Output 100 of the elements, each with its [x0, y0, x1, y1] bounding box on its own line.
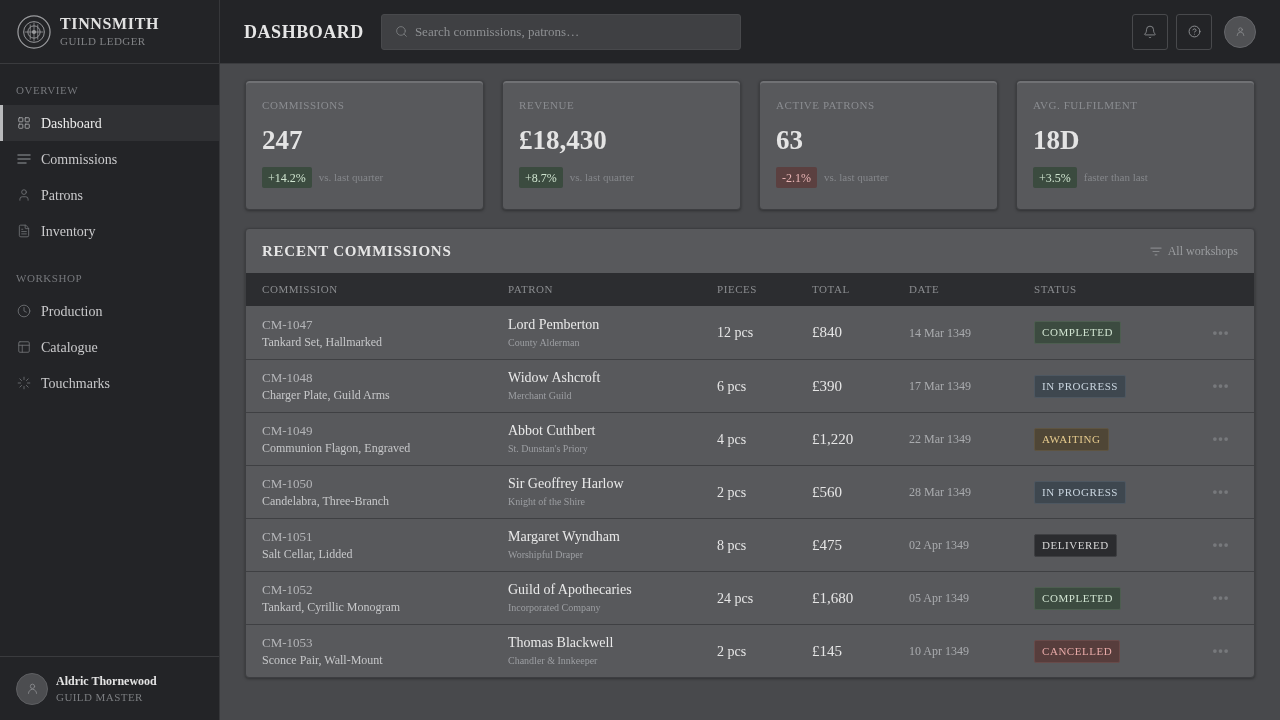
change-badge: +3.5%: [1033, 167, 1077, 188]
total-cell-text: £1,680: [812, 588, 855, 608]
pieces-cell-text: 12 pcs: [717, 324, 755, 342]
ellipsis-icon: [1212, 596, 1228, 600]
stat-value: 247: [262, 124, 304, 156]
patron-note: Worshipful Draper: [508, 550, 584, 560]
date-cell-text: 10 Apr 1349: [909, 643, 970, 660]
date-cell-text: 22 Mar 1349: [909, 431, 972, 448]
change-badge: -2.1%: [776, 167, 817, 188]
patron-name: Guild of Apothecaries: [508, 583, 633, 597]
nav-item[interactable]: Production: [0, 293, 219, 329]
nav-item[interactable]: Catalogue: [0, 329, 219, 365]
user-role: GUILD MASTER: [56, 691, 144, 703]
brand-title: TINNSMITH: [60, 16, 160, 32]
logo-icon: [17, 14, 51, 49]
change-badge: +14.2%: [262, 167, 312, 188]
commission-id: CM-1050: [262, 477, 314, 490]
patron-name: Lord Pemberton: [508, 317, 601, 332]
avatar-icon: [16, 672, 48, 705]
commission-id: CM-1048: [262, 371, 314, 384]
ellipsis-icon: [1212, 384, 1228, 388]
pieces-cell-text: 8 pcs: [717, 536, 748, 555]
column-header: PATRON: [508, 282, 555, 298]
layout-icon: [17, 340, 31, 354]
ellipsis-icon: [1212, 330, 1228, 335]
patron-name: Widow Ashcroft: [508, 371, 602, 385]
clock-icon: [17, 304, 31, 318]
patron-note: St. Dunstan's Priory: [508, 444, 589, 454]
date-cell-text: 17 Mar 1349: [909, 378, 972, 395]
commission-item: Tankard Set, Hallmarked: [262, 335, 384, 348]
stat-value: 63: [776, 124, 804, 156]
status-badge: COMPLETED: [1034, 586, 1121, 610]
nav-item[interactable]: Commissions: [0, 141, 219, 177]
column-header: TOTAL: [812, 282, 851, 298]
status-badge: IN PROGRESS: [1034, 480, 1127, 504]
document-icon: [17, 224, 31, 238]
status-badge: COMPLETED: [1034, 321, 1121, 344]
help-button[interactable]: [1176, 13, 1212, 50]
status-badge: CANCELLED: [1034, 639, 1121, 663]
grid-icon: [17, 116, 31, 130]
pieces-cell-text: 4 pcs: [717, 430, 748, 449]
patron-note: County Alderman: [508, 337, 581, 348]
patron-note: Merchant Guild: [508, 391, 573, 401]
date-cell-text: 05 Apr 1349: [909, 590, 970, 607]
commission-item: Sconce Pair, Wall-Mount: [262, 654, 384, 666]
pieces-cell-text: 6 pcs: [717, 377, 748, 396]
ellipsis-icon: [1212, 649, 1228, 653]
column-header: STATUS: [1034, 282, 1078, 298]
pieces-cell-text: 2 pcs: [717, 642, 748, 661]
nav-item[interactable]: Patrons: [0, 177, 219, 213]
ellipsis-icon: [1212, 437, 1228, 441]
total-cell-text: £475: [812, 535, 843, 555]
status-badge: AWAITING: [1034, 427, 1109, 451]
total-cell-text: £840: [812, 323, 843, 343]
commission-item: Candelabra, Three-Branch: [262, 495, 391, 507]
section-heading: WORKSHOP: [15, 271, 84, 285]
date-cell-text: 14 Mar 1349: [909, 324, 972, 342]
table-title: RECENT COMMISSIONS: [262, 241, 452, 261]
user-icon: [17, 188, 31, 202]
brand-subtitle: GUILD LEDGER: [60, 36, 147, 47]
status-badge: IN PROGRESS: [1034, 374, 1127, 398]
nav-item[interactable]: Dashboard: [0, 105, 219, 141]
ellipsis-icon: [1212, 490, 1228, 494]
status-badge: DELIVERED: [1034, 533, 1117, 557]
search-icon: [394, 25, 408, 38]
notifications-button[interactable]: [1132, 13, 1168, 50]
commission-id: CM-1052: [262, 583, 314, 596]
stat-value: 18D: [1033, 124, 1081, 156]
commission-id: CM-1051: [262, 530, 314, 543]
pieces-cell-text: 24 pcs: [717, 589, 755, 608]
bell-icon: [1143, 24, 1157, 39]
nav-item[interactable]: Inventory: [0, 213, 219, 249]
help-icon: [1187, 25, 1201, 38]
date-cell-text: 02 Apr 1349: [909, 537, 970, 554]
ellipsis-icon: [1212, 543, 1228, 547]
commission-item: Salt Cellar, Lidded: [262, 548, 354, 560]
commission-id: CM-1053: [262, 636, 314, 649]
patron-note: Incorporated Company: [508, 603, 602, 613]
total-cell-text: £560: [812, 482, 843, 502]
patron-name: Abbot Cuthbert: [508, 424, 597, 438]
sparkle-icon: [17, 376, 31, 390]
commission-item: Charger Plate, Guild Arms: [262, 389, 391, 401]
pieces-cell-text: 2 pcs: [717, 483, 748, 502]
nav-item[interactable]: Touchmarks: [0, 365, 219, 401]
column-header: DATE: [909, 282, 941, 298]
search-field[interactable]: Search commissions, patrons…: [380, 13, 741, 50]
patron-note: Knight of the Shire: [508, 497, 586, 507]
column-header: COMMISSION: [262, 282, 339, 298]
section-heading: OVERVIEW: [15, 83, 80, 97]
commission-item: Communion Flagon, Engraved: [262, 442, 412, 454]
page-title: DASHBOARD: [244, 22, 364, 41]
patron-name: Thomas Blackwell: [508, 636, 615, 650]
patron-note: Chandler & Innkeeper: [508, 656, 599, 666]
date-cell-text: 28 Mar 1349: [909, 484, 972, 501]
lines-icon: [17, 152, 31, 166]
avatar-icon[interactable]: [1224, 15, 1256, 48]
total-cell-text: £390: [812, 376, 843, 396]
user-name: Aldric Thornewood: [56, 674, 157, 687]
commission-id: CM-1047: [262, 317, 314, 331]
patron-name: Sir Geoffrey Harlow: [508, 477, 625, 491]
